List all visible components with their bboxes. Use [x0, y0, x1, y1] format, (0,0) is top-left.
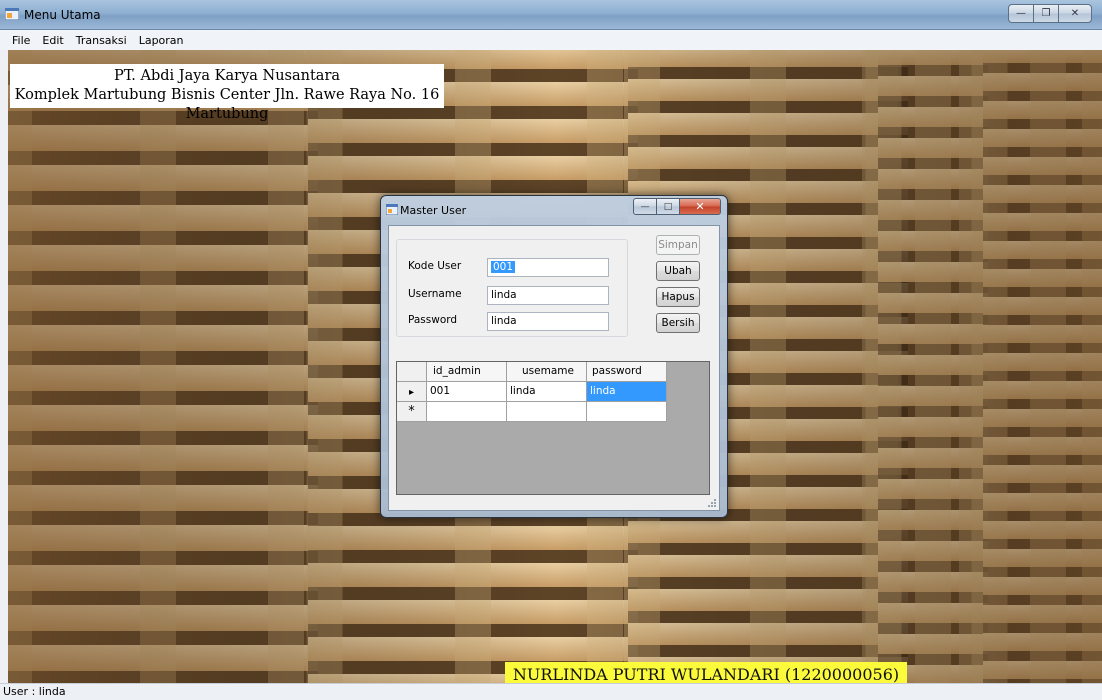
- ubah-button[interactable]: Ubah: [656, 261, 700, 281]
- status-bar: User : linda: [0, 683, 1102, 700]
- master-user-dialog[interactable]: Master User — □ ✕ Kode User 001 Username…: [380, 195, 728, 518]
- table-row[interactable]: ▸ 001 linda linda: [397, 382, 667, 402]
- menu-edit[interactable]: Edit: [36, 34, 69, 47]
- close-button[interactable]: ✕: [1058, 4, 1092, 23]
- simpan-button[interactable]: Simpan: [656, 235, 700, 255]
- row-pointer-icon: ▸: [408, 387, 415, 398]
- app-icon: [5, 8, 19, 20]
- password-label: Password: [408, 314, 458, 326]
- new-cell-id-admin[interactable]: [427, 402, 507, 422]
- company-header: PT. Abdi Jaya Karya Nusantara Komplek Ma…: [10, 64, 444, 122]
- new-cell-username[interactable]: [507, 402, 587, 422]
- minimize-icon: —: [640, 201, 650, 212]
- window-controls: — ❐ ✕: [1008, 4, 1092, 23]
- menu-transaksi[interactable]: Transaksi: [70, 34, 133, 47]
- grid-header-row: id_admin usemame password: [397, 362, 667, 382]
- column-header-id-admin[interactable]: id_admin: [427, 362, 507, 382]
- main-titlebar[interactable]: Menu Utama — ❐ ✕: [0, 0, 1102, 30]
- resize-grip-icon[interactable]: [707, 498, 717, 508]
- cell-username[interactable]: linda: [507, 382, 587, 402]
- close-icon: ✕: [695, 200, 705, 213]
- menu-file[interactable]: File: [6, 34, 36, 47]
- password-input[interactable]: linda: [487, 312, 609, 331]
- username-input[interactable]: linda: [487, 286, 609, 305]
- row-header-current[interactable]: ▸: [397, 382, 427, 402]
- username-label: Username: [408, 288, 462, 300]
- menu-laporan[interactable]: Laporan: [133, 34, 190, 47]
- dialog-title: Master User: [400, 204, 467, 217]
- window-title: Menu Utama: [24, 8, 101, 22]
- hapus-button[interactable]: Hapus: [656, 287, 700, 307]
- dialog-minimize-button[interactable]: —: [633, 198, 657, 215]
- maximize-button[interactable]: ❐: [1033, 4, 1059, 23]
- new-row-asterisk-icon: *: [408, 404, 415, 419]
- cell-password[interactable]: linda: [587, 382, 667, 402]
- maximize-icon: □: [663, 201, 673, 212]
- company-name: PT. Abdi Jaya Karya Nusantara: [113, 68, 341, 84]
- company-address: Komplek Martubung Bisnis Center Jln. Raw…: [14, 87, 440, 122]
- bersih-button[interactable]: Bersih: [656, 313, 700, 333]
- dialog-app-icon: [386, 204, 398, 215]
- row-header-new[interactable]: *: [397, 402, 427, 422]
- dialog-window-controls: — □ ✕: [633, 198, 721, 215]
- restore-icon: ❐: [1041, 8, 1051, 19]
- menu-bar: File Edit Transaksi Laporan: [0, 30, 1102, 50]
- status-user: User : linda: [3, 685, 66, 698]
- kode-user-value: 001: [491, 261, 516, 273]
- minimize-icon: —: [1016, 8, 1026, 19]
- dialog-maximize-button[interactable]: □: [656, 198, 680, 215]
- cell-id-admin[interactable]: 001: [427, 382, 507, 402]
- column-header-username[interactable]: usemame: [507, 362, 587, 382]
- kode-user-input[interactable]: 001: [487, 258, 609, 277]
- new-cell-password[interactable]: [587, 402, 667, 422]
- minimize-button[interactable]: —: [1008, 4, 1034, 23]
- dialog-client-area: Kode User 001 Username linda Password li…: [388, 225, 720, 511]
- user-data-grid[interactable]: id_admin usemame password ▸ 001 linda li…: [396, 361, 710, 495]
- table-row-new[interactable]: *: [397, 402, 667, 422]
- dialog-close-button[interactable]: ✕: [679, 198, 721, 215]
- column-header-password[interactable]: password: [587, 362, 667, 382]
- close-icon: ✕: [1070, 8, 1080, 19]
- kode-user-label: Kode User: [408, 260, 462, 272]
- user-form-group: Kode User 001 Username linda Password li…: [396, 239, 628, 337]
- grid-corner-header: [397, 362, 427, 382]
